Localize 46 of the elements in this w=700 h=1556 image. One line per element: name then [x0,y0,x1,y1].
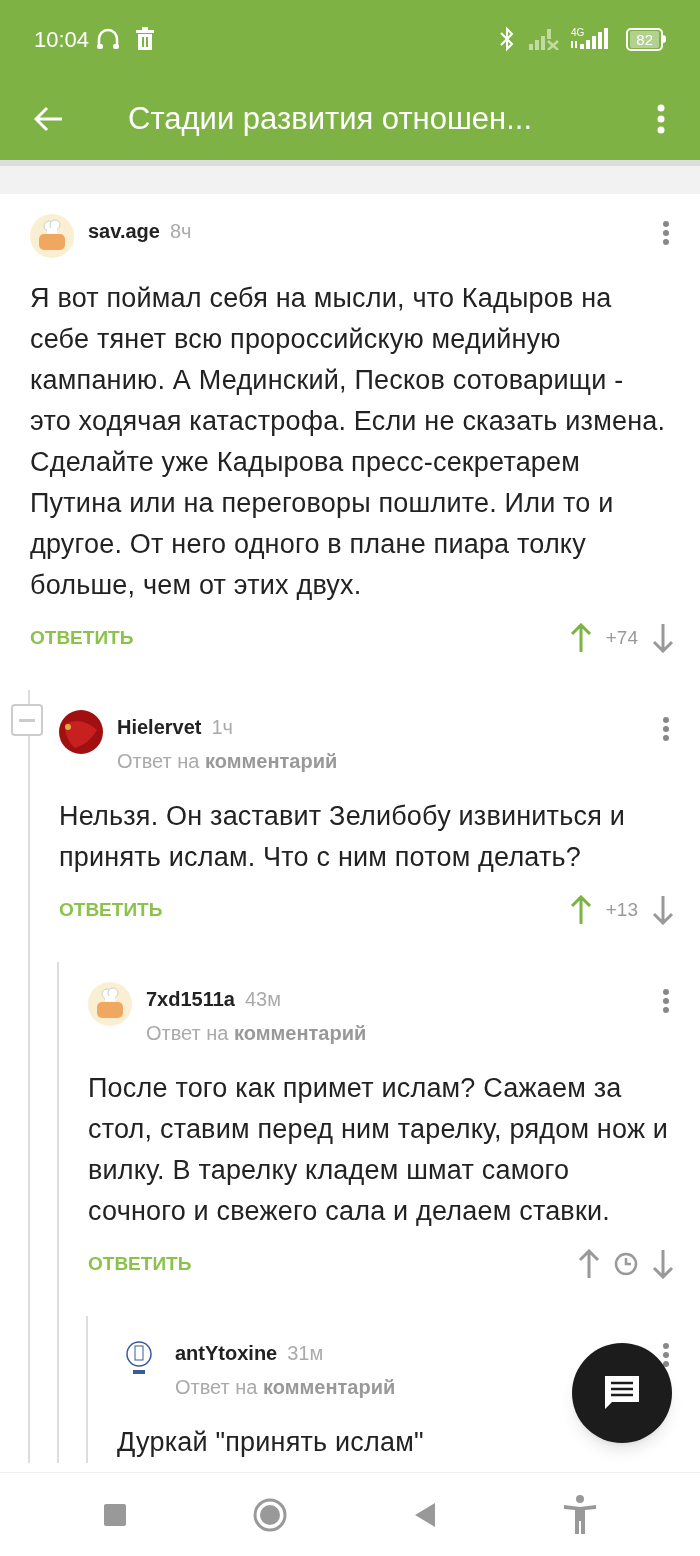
reply-button[interactable]: ОТВЕТИТЬ [88,1249,192,1279]
avatar [59,710,103,754]
comment-time: 43м [245,987,281,1012]
comment-time: 31м [287,1341,324,1366]
network-type: 4G [570,28,585,38]
headphones-icon [95,26,122,52]
page-title: Стадии развития отношен... [128,99,534,138]
downvote-icon[interactable] [652,895,674,925]
collapse-button[interactable] [11,704,43,736]
comment-text: Я вот поймал себя на мысли, что Кадыров на себе тянет всю пророссийскую медийную кампанию. А Мединский, Песков сотоварищи - это ходячая катастрофа. Если не сказать измена. Сделайте уже Кадырова пресс-секретарем Путина или на переговоры пошлите. Или то и другое. От него одного в плане пиара толку больше, чем от этих двух. [30,282,667,602]
no-signal-icon [528,28,559,50]
avatar [30,214,74,258]
avatar [88,982,132,1026]
reply-to-text[interactable]: Ответ на комментарий [146,1018,367,1048]
upvote-icon[interactable] [569,623,592,653]
comment-text: Дуркай "принять ислам" [117,1426,424,1459]
back-arrow-icon[interactable] [34,106,64,132]
comment-time: 8ч [169,219,192,244]
comment-time: 1ч [211,715,234,740]
author-name[interactable]: 7xd1511a [146,984,235,1014]
home-icon[interactable] [253,1497,287,1532]
reply-button[interactable]: ОТВЕТИТЬ [59,895,163,925]
stop-icon[interactable] [103,1502,127,1527]
author-name[interactable]: sav.age [88,216,160,246]
rating: +13 [605,897,638,922]
message-icon [602,1374,642,1412]
downvote-icon[interactable] [652,1249,674,1279]
upvote-icon[interactable] [578,1249,600,1279]
clock: 10:04 [34,25,90,54]
comment-text: После того как примет ислам? Сажаем за стол, ставим перед ним тарелку, рядом нож и вилку. В тарелку кладем шмат самого сочного и свежего сала и делаем ставки. [88,1072,670,1228]
more-options-icon[interactable] [662,1342,670,1368]
author-name[interactable]: Hielervet [117,712,202,742]
upvote-icon[interactable] [569,895,592,925]
reply-to-text[interactable]: Ответ на комментарий [175,1372,396,1402]
rating: +74 [605,625,638,650]
clock-icon [614,1252,638,1276]
comment-text: Нельзя. Он заставит Зелибобу извиниться и принять ислам. Что с ним потом делать? [59,800,626,874]
author-name[interactable]: antYtoxine [175,1338,278,1368]
bluetooth-icon [498,26,515,52]
back-icon[interactable] [413,1501,437,1528]
downvote-icon[interactable] [652,623,674,653]
reply-button[interactable]: ОТВЕТИТЬ [30,623,134,653]
battery-indicator: 82 [626,27,666,51]
trash-icon [135,27,156,51]
reply-to-text[interactable]: Ответ на комментарий [117,746,338,776]
accessibility-icon[interactable] [563,1494,597,1535]
